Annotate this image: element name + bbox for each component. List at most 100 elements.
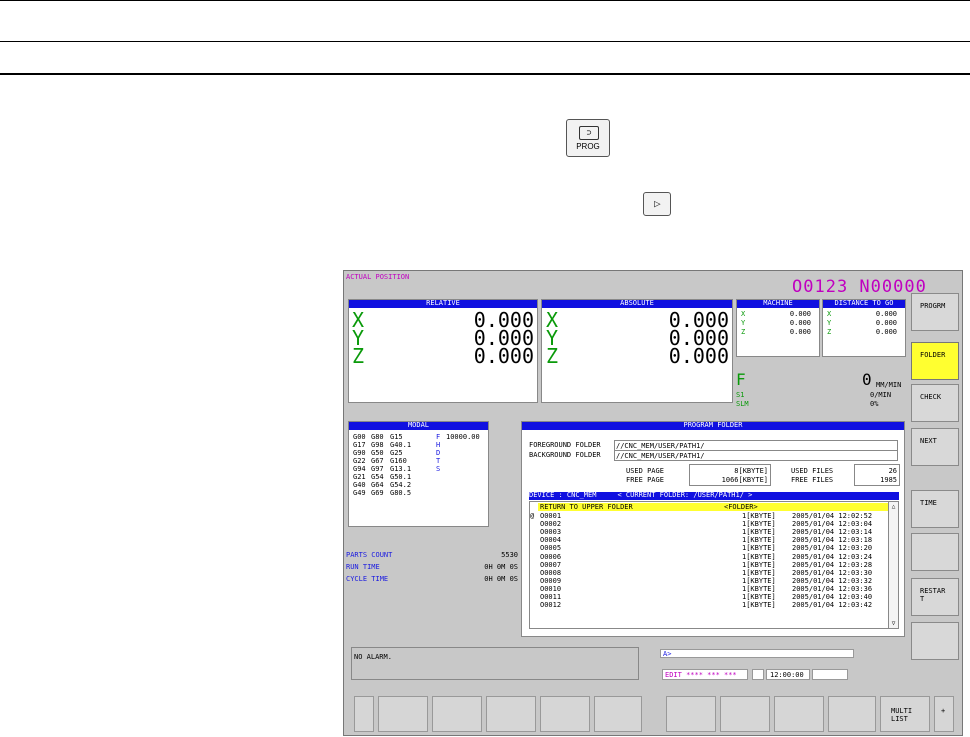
bottom-key-9[interactable] <box>828 696 876 732</box>
alarm-text: NO ALARM. <box>354 653 392 661</box>
file-size: 1[KBYTE] <box>742 528 776 537</box>
files-box: 26 1985 <box>854 464 900 486</box>
file-row[interactable]: O0008 1[KBYTE] 2005/01/04 12:03:30 <box>530 569 890 577</box>
counter-value: 0H 0M 0S <box>484 575 518 583</box>
used-files-value: 26 <box>888 467 897 475</box>
file-row[interactable]: O0004 1[KBYTE] 2005/01/04 12:03:18 <box>530 536 890 544</box>
counter-value: 5530 <box>501 551 518 559</box>
file-date: 2005/01/04 12:03:30 <box>792 568 873 577</box>
counter-row: RUN TIME 0H 0M 0S <box>346 563 518 573</box>
modal-g3: G160 <box>390 457 407 465</box>
input-prompt: A> <box>663 650 672 658</box>
file-date: 2005/01/04 12:03:24 <box>792 552 873 561</box>
foreground-folder-label: FOREGROUND FOLDER <box>529 441 601 449</box>
file-row[interactable]: O0009 1[KBYTE] 2005/01/04 12:03:32 <box>530 577 890 585</box>
file-list: RETURN TO UPPER FOLDER <FOLDER> @ O0001 1… <box>529 501 899 629</box>
bottom-key-3[interactable] <box>486 696 536 732</box>
modal-g3: G80.5 <box>390 489 412 497</box>
bottom-key-8[interactable] <box>774 696 824 732</box>
file-size: 1[KBYTE] <box>742 560 776 569</box>
modal-row: G90 G50 G25 D <box>353 449 489 457</box>
file-date: 2005/01/04 12:03:14 <box>792 528 873 537</box>
bottom-key-5[interactable] <box>594 696 642 732</box>
file-row[interactable]: O0002 1[KBYTE] 2005/01/04 12:03:04 <box>530 520 890 528</box>
softkey-progrm[interactable]: PROGRM <box>911 293 959 331</box>
relative-axis-z: Z <box>352 344 365 368</box>
machine-axis-x: X <box>741 310 746 318</box>
distance-axis-x: X <box>827 310 832 318</box>
file-size: 1[KBYTE] <box>742 520 776 529</box>
file-name: O0005 <box>540 544 562 553</box>
input-line[interactable]: A> <box>660 649 854 658</box>
scroll-up-icon[interactable]: △ <box>889 503 898 510</box>
distance-axis-z: Z <box>827 328 832 336</box>
softkey-check[interactable]: CHECK <box>911 384 959 422</box>
file-row[interactable]: O0006 1[KBYTE] 2005/01/04 12:03:24 <box>530 553 890 561</box>
bottom-key-1[interactable] <box>378 696 428 732</box>
free-files-value: 1985 <box>880 476 897 484</box>
file-size: 1[KBYTE] <box>742 512 776 520</box>
machine-header: MACHINE <box>737 300 819 308</box>
file-name: O0012 <box>540 601 562 610</box>
mode-gap <box>752 669 764 680</box>
counter-label: PARTS COUNT <box>346 551 393 559</box>
distance-panel: DISTANCE TO GO X 0.000 Y 0.000 Z 0.000 <box>822 299 906 357</box>
file-name: O0010 <box>540 584 562 593</box>
modal-g1: G40 <box>353 481 366 489</box>
multi-list-key[interactable]: MULTI LIST <box>880 696 930 732</box>
file-row[interactable]: O0012 1[KBYTE] 2005/01/04 12:03:42 <box>530 601 890 609</box>
file-date: 2005/01/04 12:03:04 <box>792 520 873 529</box>
modal-g1: G94 <box>353 465 366 473</box>
bottom-key-4[interactable] <box>540 696 590 732</box>
softkey-next[interactable]: NEXT <box>911 428 959 466</box>
plus-key[interactable]: + <box>934 696 954 732</box>
triangle-right-icon: ▷ <box>654 197 661 210</box>
modal-g2: G64 <box>371 481 384 489</box>
prog-key-label: PROG <box>576 142 600 151</box>
file-name: O0007 <box>540 560 562 569</box>
modal-row: G22 G67 G160 T <box>353 457 489 465</box>
modal-g3: G40.1 <box>390 441 412 449</box>
bottom-key-7[interactable] <box>720 696 770 732</box>
modal-g3: G50.1 <box>390 473 412 481</box>
softkey-time[interactable]: TIME <box>911 490 959 528</box>
machine-value-y: 0.000 <box>789 319 811 327</box>
file-name: O0002 <box>540 520 562 529</box>
modal-code: D <box>436 449 441 457</box>
file-name: O0004 <box>540 536 562 545</box>
softkey-restart[interactable]: RESTAR T <box>911 578 959 616</box>
file-row[interactable]: O0010 1[KBYTE] 2005/01/04 12:03:36 <box>530 585 890 593</box>
absolute-axis-z: Z <box>546 344 559 368</box>
scroll-down-icon[interactable]: ▽ <box>889 620 898 627</box>
relative-value-z: 0.000 <box>473 344 534 368</box>
next-page-key[interactable]: ▷ <box>643 192 671 216</box>
modal-row: G17 G98 G40.1 H <box>353 441 489 449</box>
modal-header: MODAL <box>349 422 488 430</box>
prog-key[interactable]: ⊃ PROG <box>566 119 610 157</box>
softkey-folder[interactable]: FOLDER <box>911 342 959 380</box>
file-row[interactable]: O0011 1[KBYTE] 2005/01/04 12:03:40 <box>530 593 890 601</box>
file-row[interactable]: O0003 1[KBYTE] 2005/01/04 12:03:14 <box>530 528 890 536</box>
machine-axis-y: Y <box>741 319 746 327</box>
file-row[interactable]: O0007 1[KBYTE] 2005/01/04 12:03:28 <box>530 561 890 569</box>
bottom-key-left-edge[interactable] <box>354 696 374 732</box>
bottom-key-6[interactable] <box>666 696 716 732</box>
feed-unit: MM/MIN <box>876 381 902 389</box>
modal-g1: G49 <box>353 489 366 497</box>
softkey-blank-5[interactable] <box>911 533 959 571</box>
distance-value-y: 0.000 <box>875 319 897 327</box>
machine-panel: MACHINE X 0.000 Y 0.000 Z 0.000 <box>736 299 820 357</box>
screen-title: ACTUAL POSITION <box>346 273 410 281</box>
bottom-key-2[interactable] <box>432 696 482 732</box>
machine-value-z: 0.000 <box>789 328 811 336</box>
page-box: 8[KBYTE] 1066[KBYTE] <box>689 464 771 486</box>
feed-letter: F <box>736 370 746 389</box>
return-row[interactable]: RETURN TO UPPER FOLDER <FOLDER> <box>538 503 890 511</box>
modal-g1: G90 <box>353 449 366 457</box>
spindle-slm-label: SLM <box>736 400 749 408</box>
file-row[interactable]: O0001 1[KBYTE] 2005/01/04 12:02:52 <box>530 512 890 520</box>
softkey-blank-7[interactable] <box>911 622 959 660</box>
modal-g3: G25 <box>390 449 403 457</box>
file-row[interactable]: O0005 1[KBYTE] 2005/01/04 12:03:20 <box>530 544 890 552</box>
scrollbar[interactable]: △ ▽ <box>888 502 898 628</box>
